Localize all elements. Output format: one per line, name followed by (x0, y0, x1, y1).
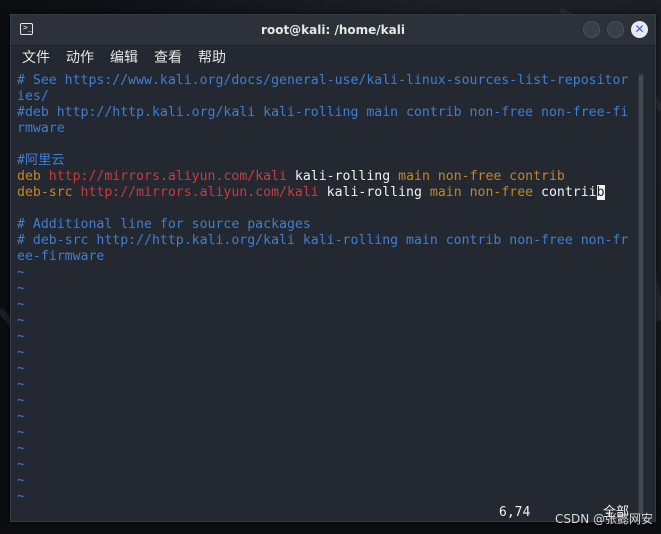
scrollbar-thumb[interactable] (639, 75, 643, 515)
deb-suite: kali-rolling (286, 169, 391, 184)
terminal-window[interactable]: >_ root@kali: /home/kali ✕ 文件 动作 编辑 查看 帮… (10, 14, 656, 522)
editor-line-deb-src: deb-src http://mirrors.aliyun.com/kali k… (17, 185, 605, 201)
menu-help[interactable]: 帮助 (198, 48, 226, 68)
empty-line-marker: ~ (17, 329, 25, 344)
terminal-content[interactable]: # See https://www.kali.org/docs/general-… (13, 73, 635, 521)
editor-line-2: #deb http://http.kali.org/kali kali-roll… (17, 105, 629, 120)
deb-src-keyword: deb-src (17, 185, 73, 200)
empty-line-marker: ~ (17, 281, 25, 296)
empty-line-marker: ~ (17, 361, 25, 376)
deb-src-typo-text: contrii (533, 185, 597, 200)
deb-src-suite: kali-rolling (318, 185, 422, 200)
empty-line-marker: ~ (17, 457, 25, 472)
deb-src-components: main non-free (421, 185, 534, 200)
empty-line-marker: ~ (17, 297, 25, 312)
csdn-watermark: CSDN @张懿网安 (555, 512, 654, 526)
editor-line-1-wrap: ies/ (17, 89, 49, 104)
editor-line-aliyun-comment: #阿里云 (17, 153, 65, 168)
empty-line-marker: ~ (17, 313, 25, 328)
close-button[interactable]: ✕ (631, 21, 648, 38)
menu-bar: 文件 动作 编辑 查看 帮助 (11, 46, 655, 70)
minimize-button[interactable] (583, 21, 600, 38)
menu-edit[interactable]: 编辑 (110, 48, 138, 68)
empty-line-marker: ~ (17, 441, 25, 456)
menu-file[interactable]: 文件 (22, 48, 50, 68)
empty-line-marker: ~ (17, 377, 25, 392)
empty-line-marker: ~ (17, 393, 25, 408)
editor-line-deb-src-comment: # deb-src http://http.kali.org/kali kali… (17, 233, 629, 248)
empty-line-marker: ~ (17, 345, 25, 360)
text-cursor: b (596, 185, 605, 200)
empty-line-marker: ~ (17, 265, 25, 280)
menu-actions[interactable]: 动作 (66, 48, 94, 68)
menu-view[interactable]: 查看 (154, 48, 182, 68)
empty-line-marker: ~ (17, 409, 25, 424)
maximize-button[interactable] (607, 21, 624, 38)
deb-keyword: deb (17, 169, 41, 184)
editor-line-deb: deb http://mirrors.aliyun.com/kali kali-… (17, 169, 565, 185)
title-bar[interactable]: >_ root@kali: /home/kali ✕ (11, 15, 655, 46)
editor-line-deb-src-comment-wrap: ee-firmware (17, 249, 105, 264)
close-icon: ✕ (634, 22, 645, 36)
empty-line-marker: ~ (17, 473, 25, 488)
editor-line-additional-comment: # Additional line for source packages (17, 217, 311, 232)
cursor-position: 6,74 (499, 505, 531, 520)
deb-components: main non-free contrib (390, 169, 565, 184)
deb-url: http://mirrors.aliyun.com/kali (40, 169, 287, 184)
deb-src-url: http://mirrors.aliyun.com/kali (72, 185, 319, 200)
empty-line-marker: ~ (17, 489, 25, 504)
desktop-background: >_ root@kali: /home/kali ✕ 文件 动作 编辑 查看 帮… (0, 0, 661, 534)
empty-line-marker: ~ (17, 425, 25, 440)
editor-line-1: # See https://www.kali.org/docs/general-… (17, 73, 629, 88)
window-title: root@kali: /home/kali (261, 23, 405, 37)
scrollbar[interactable] (638, 73, 644, 517)
editor-line-2-wrap: rmware (17, 121, 65, 136)
